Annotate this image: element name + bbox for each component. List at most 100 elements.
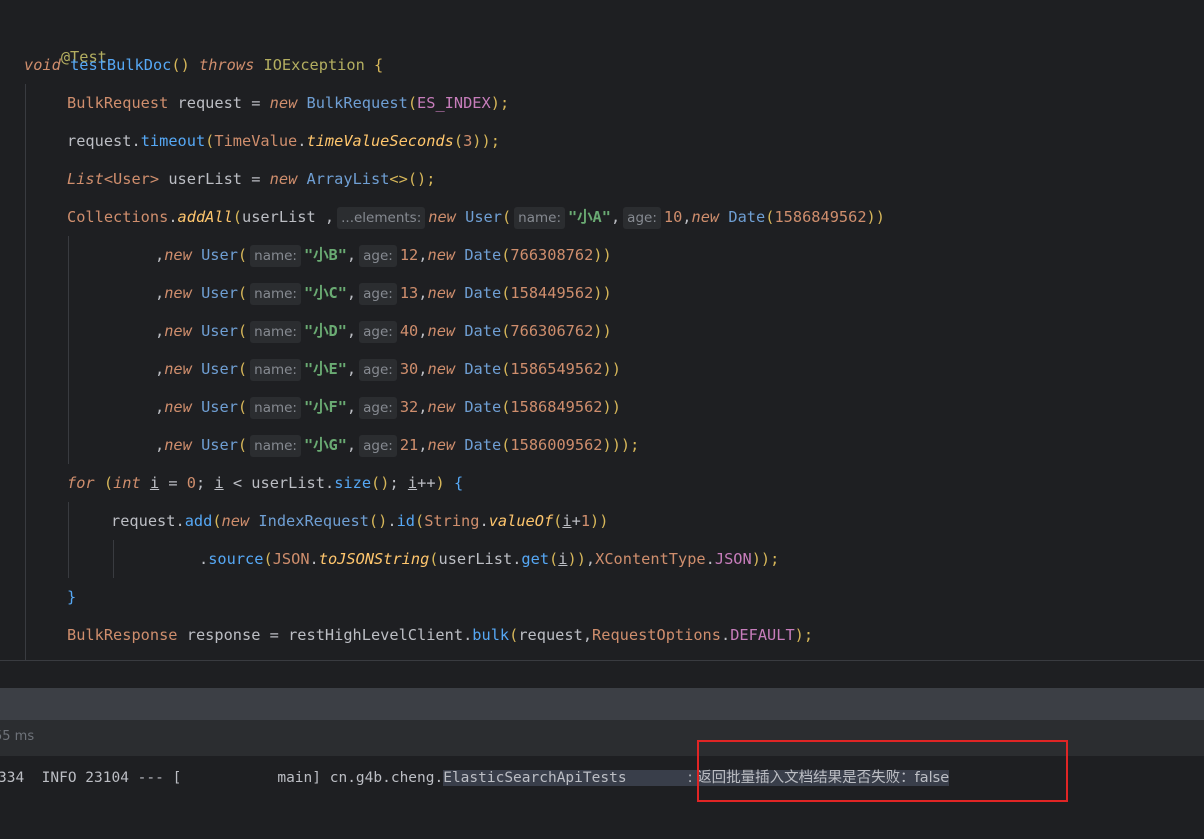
parens: (): [171, 56, 190, 74]
string-literal: "小G": [303, 436, 347, 454]
string-literal: "小D": [303, 322, 347, 340]
code-line-annotation[interactable]: @Test: [24, 12, 107, 66]
static-method: toJSONString: [318, 550, 430, 568]
keyword-int: int: [113, 474, 141, 492]
type-name: BulkRequest: [67, 94, 169, 112]
constructor: User: [201, 360, 238, 378]
keyword-void: void: [24, 56, 61, 74]
loop-variable: i: [562, 512, 572, 530]
constructor: User: [465, 208, 502, 226]
keyword-new: new: [428, 208, 456, 226]
method-call: size: [334, 474, 372, 492]
string-literal: "小A": [568, 208, 611, 226]
highlight-box: [697, 740, 1068, 802]
param-hint-name: name:: [250, 359, 301, 381]
number: 0: [186, 474, 197, 492]
number: 12: [399, 246, 419, 264]
number: 1586849562: [510, 398, 603, 416]
paren: ();: [407, 170, 436, 188]
number: 766308762: [510, 246, 594, 264]
variable: userList: [251, 474, 325, 492]
static-method: addAll: [177, 208, 233, 226]
elapsed-time: 55 ms: [0, 729, 35, 744]
code-editor[interactable]: @Test void testBulkDoc() throws IOExcept…: [0, 0, 1204, 660]
code-line-user[interactable]: ,new User(name: "小G", age: 21,new Date(1586…: [155, 430, 639, 460]
method-call: id: [396, 512, 415, 530]
dot: .: [131, 132, 141, 150]
number: 13: [399, 284, 419, 302]
constant: JSON: [714, 550, 752, 568]
class-name: String: [424, 512, 480, 530]
constructor: User: [201, 436, 238, 454]
variable: userList: [168, 170, 243, 188]
keyword-new: new: [164, 360, 192, 378]
code-line-user[interactable]: ,new User(name: "小D", age: 40,new Date(7663…: [155, 316, 612, 346]
constant: DEFAULT: [730, 626, 795, 644]
constructor: User: [201, 322, 238, 340]
number: 766306762: [510, 322, 594, 340]
class-name: Collections: [67, 208, 169, 226]
class-name: RequestOptions: [592, 626, 721, 644]
keyword-new: new: [269, 170, 298, 188]
code-line-timeout[interactable]: request.timeout(TimeValue.timeValueSecon…: [67, 126, 500, 156]
param-hint-age: age:: [359, 321, 397, 343]
code-line-bulk-request[interactable]: BulkRequest request = new BulkRequest(ES…: [67, 88, 509, 118]
number: 1586849562: [774, 208, 867, 226]
static-method: valueOf: [488, 512, 554, 530]
variable: response: [186, 626, 261, 644]
number: 1586009562: [510, 436, 603, 454]
method-call: add: [184, 512, 213, 530]
generic: <User>: [103, 170, 160, 188]
code-line-method-signature[interactable]: void testBulkDoc() throws IOException {: [24, 50, 383, 80]
log-gap: [626, 770, 688, 786]
code-line-source[interactable]: .source(JSON.toJSONString(userList.get(i…: [199, 544, 779, 574]
keyword-new: new: [691, 208, 720, 226]
param-hint-elements: ...elements:: [337, 207, 426, 229]
keyword-new: new: [164, 398, 192, 416]
exception-type: IOException: [263, 56, 365, 74]
code-line-user[interactable]: ,new User(name: "小E", age: 30,new Date(1586…: [155, 354, 621, 384]
keyword-new: new: [221, 512, 250, 530]
code-line-user[interactable]: ,new User(name: "小C", age: 13,new Date(1584…: [155, 278, 612, 308]
code-line-bulk-response[interactable]: BulkResponse response = restHighLevelCli…: [67, 620, 813, 650]
param-hint-name: name:: [250, 245, 301, 267]
log-class: ElasticSearchApiTests: [443, 770, 627, 786]
class-name: XContentType: [595, 550, 706, 568]
run-panel-toolbar[interactable]: [0, 688, 1204, 720]
constructor: Date: [728, 208, 766, 226]
code-line-request-add[interactable]: request.add(new IndexRequest().id(String…: [111, 506, 608, 536]
param-hint-name: name:: [250, 321, 301, 343]
param-hint-age: age:: [359, 359, 397, 381]
paren: );: [490, 94, 510, 112]
keyword-new: new: [164, 436, 192, 454]
keyword-for: for: [67, 474, 95, 492]
code-line-for-loop[interactable]: for (int i = 0; i < userList.size(); i++…: [67, 468, 463, 498]
paren: )): [866, 208, 885, 226]
argument: request: [518, 626, 583, 644]
constructor: IndexRequest: [258, 512, 369, 530]
param-hint-name: name:: [250, 397, 301, 419]
param-hint-age: age:: [359, 397, 397, 419]
code-line-user-list[interactable]: List<User> userList = new ArrayList<>();: [67, 164, 435, 194]
keyword-new: new: [164, 284, 192, 302]
number: 3: [463, 132, 473, 150]
constructor: BulkRequest: [306, 94, 408, 112]
method-call: bulk: [472, 626, 510, 644]
code-line-user[interactable]: ,new User(name: "小B", age: 12,new Date(7663…: [155, 240, 612, 270]
param-hint-age: age:: [359, 283, 397, 305]
keyword-new: new: [164, 322, 192, 340]
code-line-user[interactable]: ,new User(name: "小F", age: 32,new Date(1586…: [155, 392, 621, 422]
constructor: ArrayList: [306, 170, 390, 188]
variable: request: [111, 512, 176, 530]
param-hint-age: age:: [359, 435, 397, 457]
editor-divider: [0, 660, 1204, 661]
constructor: User: [201, 284, 238, 302]
variable: userList: [438, 550, 513, 568]
code-line-add-all[interactable]: Collections.addAll(userList , ...elements…: [67, 202, 885, 232]
open-brace: {: [453, 474, 464, 492]
paren: (: [205, 132, 215, 150]
method-call: get: [521, 550, 550, 568]
operator: =: [251, 94, 261, 112]
constant: ES_INDEX: [417, 94, 491, 112]
code-line-close-brace[interactable]: }: [67, 582, 76, 612]
